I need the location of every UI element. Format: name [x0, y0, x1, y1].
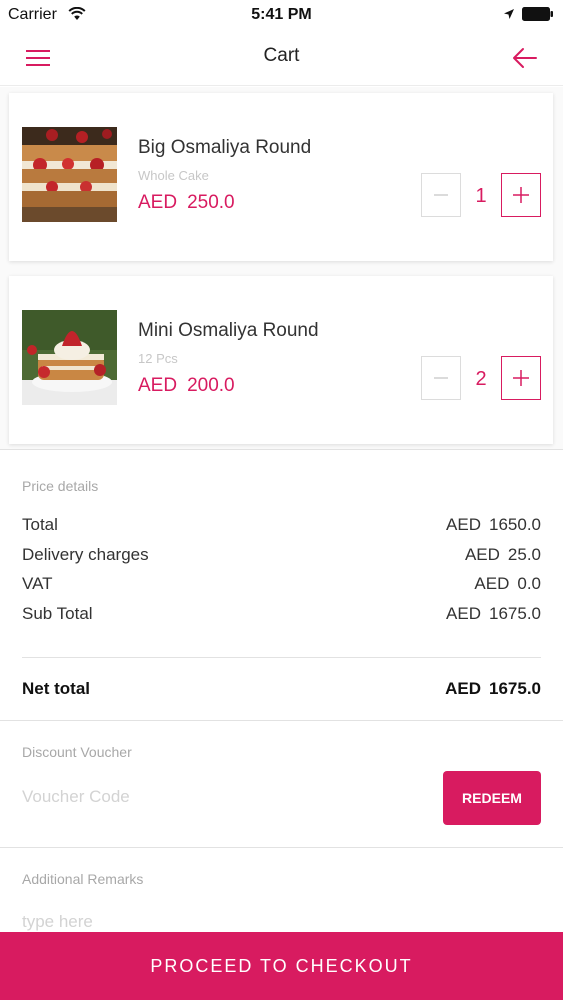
total-currency: AED	[446, 515, 481, 534]
sub-total-value: AED 1675.0	[446, 604, 541, 624]
location-arrow-icon	[504, 9, 514, 19]
vat-amount: 0.0	[517, 574, 541, 593]
sub-total-label: Sub Total	[22, 604, 93, 623]
total-amount: 1650.0	[489, 515, 541, 534]
nav-bar: Cart	[0, 30, 563, 86]
discount-voucher-label: Discount Voucher	[22, 744, 132, 760]
net-total-label: Net total	[22, 679, 90, 698]
total-value: AED 1650.0	[446, 515, 541, 535]
decrease-quantity-button[interactable]	[421, 356, 461, 400]
net-total-currency: AED	[445, 679, 481, 698]
cart-items-list: Big Osmaliya Round Whole Cake AED 250.0 1	[0, 87, 563, 449]
cart-screen: Carrier 5:41 PM Cart Big Osmaliya Round …	[0, 0, 563, 1000]
net-total-value: AED 1675.0	[445, 679, 541, 699]
cart-item-card: Big Osmaliya Round Whole Cake AED 250.0 1	[9, 93, 553, 261]
vat-label: VAT	[22, 574, 53, 593]
item-variant: Whole Cake	[138, 168, 209, 183]
delivery-charges-value: AED 25.0	[465, 545, 541, 565]
status-bar: Carrier 5:41 PM	[0, 0, 563, 30]
status-time: 5:41 PM	[251, 6, 312, 23]
sub-total-amount: 1675.0	[489, 604, 541, 623]
item-variant: 12 Pcs	[138, 351, 178, 366]
price-details-label: Price details	[22, 478, 99, 494]
vat-value: AED 0.0	[474, 574, 541, 594]
delivery-charges-currency: AED	[464, 545, 500, 564]
delivery-charges-label: Delivery charges	[22, 545, 149, 564]
plus-icon	[513, 370, 529, 386]
item-name: Mini Osmaliya Round	[138, 320, 319, 341]
voucher-code-input[interactable]	[22, 778, 402, 816]
increase-quantity-button[interactable]	[501, 173, 541, 217]
product-image-big-osmaliya	[22, 127, 117, 222]
net-total-divider	[22, 657, 541, 658]
item-price-currency: AED	[138, 192, 178, 213]
item-price: AED 250.0	[138, 192, 235, 214]
page-title: Cart	[263, 45, 300, 66]
net-total-amount: 1675.0	[489, 679, 541, 698]
section-divider	[0, 847, 563, 848]
additional-remarks-label: Additional Remarks	[22, 871, 144, 887]
item-price: AED 200.0	[138, 375, 235, 397]
minus-icon	[434, 377, 448, 379]
minus-icon	[434, 194, 448, 196]
section-divider	[0, 449, 563, 450]
increase-quantity-button[interactable]	[501, 356, 541, 400]
total-label: Total	[22, 515, 58, 534]
item-price-value: 250.0	[187, 192, 235, 213]
back-arrow-icon[interactable]	[510, 44, 540, 72]
decrease-quantity-button[interactable]	[421, 173, 461, 217]
section-divider	[0, 720, 563, 721]
delivery-charges-amount: 25.0	[507, 545, 541, 564]
item-quantity: 1	[475, 185, 487, 207]
vat-currency: AED	[474, 574, 510, 593]
redeem-button[interactable]: REDEEM	[443, 771, 541, 825]
proceed-to-checkout-button[interactable]: PROCEED TO CHECKOUT	[0, 932, 563, 1000]
cart-item-card: Mini Osmaliya Round 12 Pcs AED 200.0 2	[9, 276, 553, 444]
battery-icon	[522, 7, 553, 21]
sub-total-currency: AED	[446, 604, 481, 623]
item-name: Big Osmaliya Round	[138, 137, 312, 158]
item-price-currency: AED	[138, 375, 178, 396]
item-price-value: 200.0	[187, 375, 235, 396]
item-quantity: 2	[475, 368, 487, 390]
product-image-mini-osmaliya	[22, 310, 117, 405]
plus-icon	[513, 187, 529, 203]
